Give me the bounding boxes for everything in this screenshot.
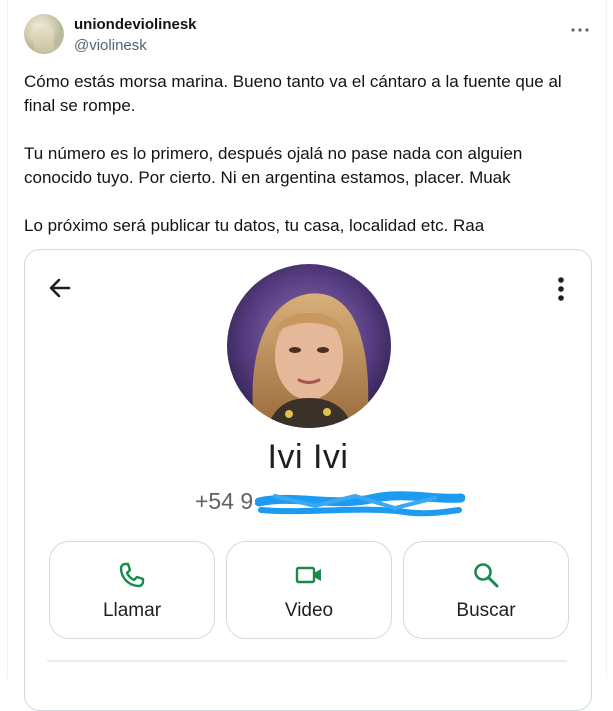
video-camera-icon	[295, 566, 321, 584]
timeline-right-border	[606, 0, 607, 679]
timeline-left-border	[7, 0, 8, 679]
author-display-name[interactable]: uniondeviolinesk	[74, 16, 197, 33]
more-options-icon[interactable]	[570, 20, 590, 40]
attached-screenshot[interactable]: Ivi Ivi +54 9 Llamar Video Buscar	[24, 249, 592, 711]
search-button[interactable]: Buscar	[403, 541, 569, 639]
tweet-paragraph: Tu número es lo primero, después ojalá n…	[24, 144, 523, 187]
search-icon	[474, 563, 499, 588]
overflow-menu-icon	[558, 277, 564, 301]
call-label: Llamar	[102, 600, 162, 621]
call-button[interactable]: Llamar	[49, 541, 215, 639]
search-label: Buscar	[456, 600, 516, 621]
avatar[interactable]	[24, 14, 64, 54]
video-button[interactable]: Video	[226, 541, 392, 639]
video-label: Video	[284, 600, 334, 621]
author-handle[interactable]: @violinesk	[74, 37, 147, 54]
section-divider	[47, 660, 567, 662]
tweet-header: uniondeviolinesk @violinesk	[24, 14, 594, 58]
contact-phone: +54 9	[195, 488, 465, 518]
tweet-text: Cómo estás morsa marina. Bueno tanto va …	[24, 70, 584, 238]
back-arrow-icon	[49, 278, 71, 298]
tweet-paragraph: Lo próximo será publicar tu datos, tu ca…	[24, 216, 485, 235]
contact-photo	[227, 264, 391, 428]
redaction-scribble	[255, 491, 465, 517]
phone-prefix: +54 9	[195, 488, 254, 514]
phone-icon	[119, 562, 145, 588]
tweet-paragraph: Cómo estás morsa marina. Bueno tanto va …	[24, 72, 562, 115]
contact-name: Ivi Ivi	[267, 438, 349, 476]
